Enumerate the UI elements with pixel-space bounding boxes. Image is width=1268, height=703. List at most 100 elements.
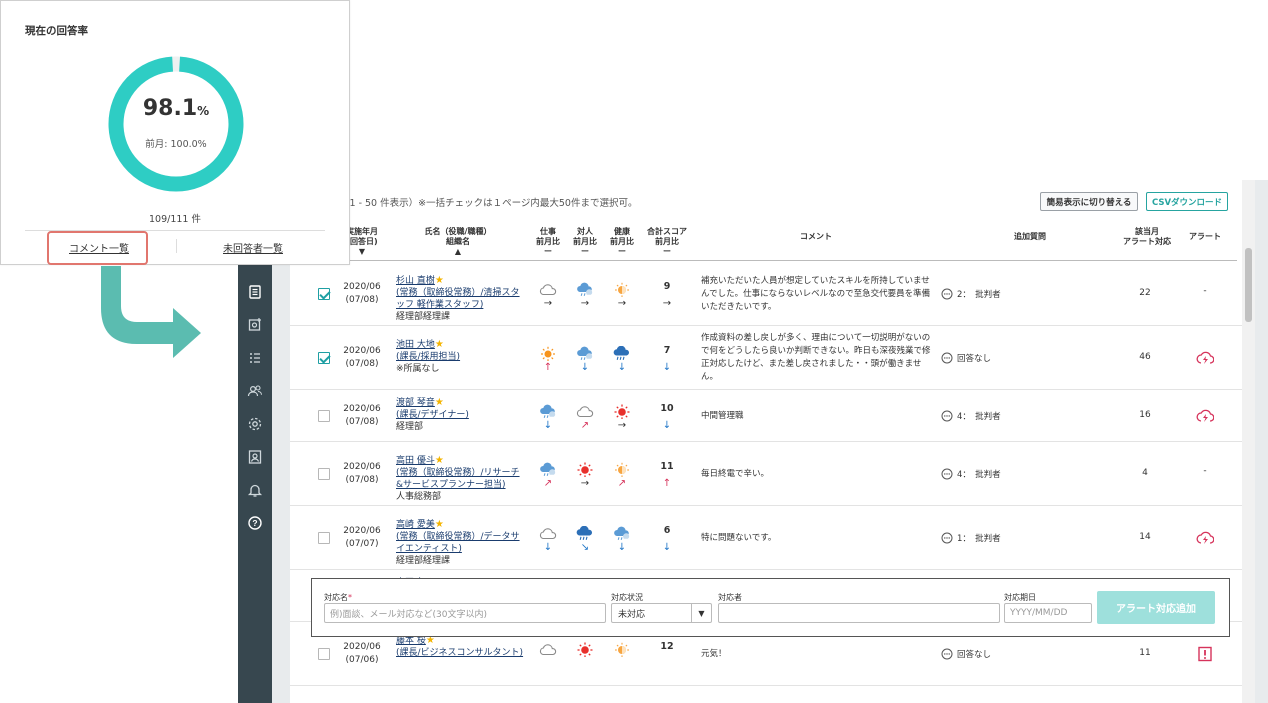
alert-indicator — [1195, 350, 1215, 369]
additional-question[interactable]: 回答なし — [941, 352, 991, 364]
score-trend: ↓ — [662, 420, 672, 431]
employee-role[interactable]: (常務（取締役常務）/データサイエンティスト) — [396, 532, 520, 554]
handler-input[interactable] — [718, 603, 1000, 623]
additional-question[interactable]: 4： 批判者 — [941, 410, 1001, 422]
help-icon[interactable]: ? — [246, 514, 264, 532]
row-checkbox[interactable] — [318, 352, 330, 364]
list-icon[interactable] — [246, 349, 264, 367]
score-trend: ↑ — [662, 478, 672, 489]
employee-org: 経理部経理課 — [396, 312, 451, 322]
alert-indicator — [1195, 646, 1215, 665]
additional-question[interactable]: 2： 批判者 — [941, 288, 1001, 300]
report-icon[interactable] — [246, 283, 264, 301]
health-weather-icon — [615, 462, 629, 477]
survey-date: 2020/06 (07/08) — [343, 346, 381, 369]
employee-link[interactable]: 高崎 愛美 — [396, 520, 435, 530]
response-rate-value: 98.1% — [142, 96, 210, 121]
scroll-thumb[interactable] — [1245, 248, 1252, 322]
employee-name[interactable]: 高田 優斗★ (常務（取締役常務）/リサーチ&サービスプランナー担当) 人事総務部 — [396, 455, 526, 503]
additional-question[interactable]: 4： 批判者 — [941, 468, 1001, 480]
row-checkbox[interactable] — [318, 410, 330, 422]
app: ? （1 - 50 件表示）※一括チェックは１ページ内最大50件まで選択可。 簡… — [0, 0, 1268, 703]
action-name-input[interactable]: 例)面談、メール対応など(30文字以内) — [324, 603, 606, 623]
employee-role[interactable]: (課長/ビジネスコンサルタント) — [396, 648, 523, 658]
work-weather-icon — [539, 528, 557, 540]
alert-bolt-icon[interactable] — [1196, 530, 1215, 546]
work-trend: ↗ — [543, 478, 553, 489]
person-weather-icon — [577, 346, 593, 360]
alert-exclaim-icon[interactable] — [1197, 646, 1213, 662]
alert-count: 11 — [1139, 648, 1151, 658]
total-score: 10 — [660, 403, 674, 414]
bell-icon[interactable] — [246, 481, 264, 499]
col-score[interactable]: 合計スコア 前月比ー — [643, 227, 691, 257]
add-alert-action-button[interactable]: アラート対応追加 — [1097, 591, 1215, 624]
row-checkbox[interactable] — [318, 288, 330, 300]
work-trend: ↓ — [543, 420, 553, 431]
employee-name[interactable]: 渡部 琴音★ (課長/デザイナー) 経理部 — [396, 397, 526, 433]
work-weather-icon — [540, 404, 556, 418]
employee-name[interactable]: 藤本 桜★ (課長/ビジネスコンサルタント) — [396, 635, 526, 659]
table-row: 2020/06 (07/08) 池田 大地★ (課長/採用担当) ※所属なし ↑ ↓ ↓ 7 ↓ 作… — [290, 326, 1242, 390]
employee-name[interactable]: 杉山 直樹★ (常務（取締役常務）/清掃スタッフ 軽作業スタッフ) 経理部経理課 — [396, 275, 526, 323]
scrollbar[interactable] — [1242, 180, 1255, 703]
survey-date: 2020/06(07/06) — [343, 642, 381, 665]
col-person[interactable]: 対人 前月比ー — [570, 227, 600, 257]
users-icon[interactable] — [246, 382, 264, 400]
alert-count: 22 — [1139, 288, 1151, 298]
result-count: （1 - 50 件表示）※一括チェックは１ページ内最大50件まで選択可。 — [340, 198, 638, 209]
work-weather-icon — [539, 284, 557, 296]
header-divider — [330, 260, 1237, 261]
alert-bolt-icon[interactable] — [1196, 350, 1215, 366]
comment-text: 特に問題ないです。 — [701, 532, 777, 543]
col-alert-count: 該当月 アラート対応 — [1123, 227, 1171, 246]
due-date-input[interactable]: YYYY/MM/DD — [1004, 603, 1092, 623]
total-score: 11 — [660, 461, 674, 472]
chat-icon — [941, 352, 953, 364]
table-row: 2020/06 (07/08) 渡部 琴音★ (課長/デザイナー) 経理部 ↓ ↗ → 10 ↓ 中… — [290, 390, 1242, 442]
unanswered-list-link[interactable]: 未回答者一覧 — [223, 240, 283, 255]
gauge-arc — [108, 56, 244, 192]
survey-add-icon[interactable] — [246, 316, 264, 334]
donut-chart — [108, 56, 244, 192]
simple-view-button[interactable]: 簡易表示に切り替える — [1040, 192, 1138, 211]
survey-date: 2020/06 (07/08) — [343, 404, 381, 427]
chat-icon — [941, 648, 953, 660]
employee-role[interactable]: (課長/採用担当) — [396, 352, 460, 362]
due-date-label: 対応期日 — [1004, 593, 1036, 602]
row-checkbox[interactable] — [318, 648, 330, 660]
employee-name[interactable]: 池田 大地★ (課長/採用担当) ※所属なし — [396, 339, 526, 375]
settings-icon[interactable] — [246, 415, 264, 433]
health-weather-icon — [615, 642, 629, 657]
user-card-icon[interactable] — [246, 448, 264, 466]
employee-role[interactable]: (常務（取締役常務）/リサーチ&サービスプランナー担当) — [396, 468, 520, 490]
employee-role[interactable]: (課長/デザイナー) — [396, 410, 469, 420]
employee-link[interactable]: 杉山 直樹 — [396, 276, 435, 286]
chevron-down-icon[interactable]: ▼ — [691, 604, 711, 622]
row-checkbox[interactable] — [318, 468, 330, 480]
alert-bolt-icon[interactable] — [1196, 408, 1215, 424]
person-trend: → — [580, 298, 590, 309]
col-health[interactable]: 健康 前月比ー — [607, 227, 637, 257]
additional-question[interactable]: 1： 批判者 — [941, 532, 1001, 544]
additional-question[interactable]: 回答なし — [941, 648, 991, 660]
csv-download-button[interactable]: CSVダウンロード — [1146, 192, 1228, 211]
work-trend: → — [543, 298, 553, 309]
star-icon: ★ — [434, 275, 444, 286]
employee-org: ※所属なし — [396, 364, 440, 374]
employee-link[interactable]: 渡部 琴音 — [396, 398, 435, 408]
highlight-box — [47, 231, 148, 265]
employee-role[interactable]: (常務（取締役常務）/清掃スタッフ 軽作業スタッフ) — [396, 288, 520, 310]
status-select[interactable]: 未対応 ▼ — [611, 603, 712, 623]
employee-link[interactable]: 藤本 桜 — [396, 636, 426, 646]
previous-month-rate: 前月: 100.0% — [145, 139, 207, 150]
employee-link[interactable]: 池田 大地 — [396, 340, 435, 350]
col-work[interactable]: 仕事 前月比ー — [533, 227, 563, 257]
employee-name[interactable]: 高崎 愛美★ (常務（取締役常務）/データサイエンティスト) 経理部経理課 — [396, 519, 526, 567]
col-name[interactable]: 氏名（役職/職種） 組織名 ▲ — [418, 227, 498, 257]
employee-org: 経理部 — [396, 422, 424, 432]
employee-link[interactable]: 高田 優斗 — [396, 456, 435, 466]
row-checkbox[interactable] — [318, 532, 330, 544]
person-trend: ↘ — [580, 542, 590, 553]
star-icon: ★ — [434, 339, 444, 350]
